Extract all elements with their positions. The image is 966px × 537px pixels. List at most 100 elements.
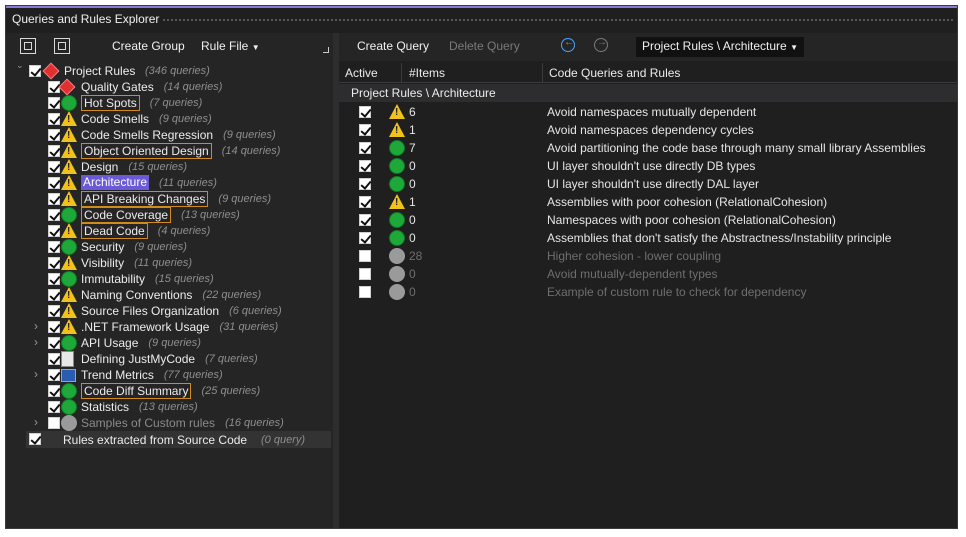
tree-item[interactable]: › Samples of Custom rules (16 queries) — [6, 415, 331, 431]
tree-item[interactable]: API Breaking Changes (9 queries) — [6, 191, 331, 207]
grid-row[interactable]: 0 Assemblies that don't satisfy the Abstr… — [339, 229, 957, 247]
chevron-right-icon[interactable]: › — [34, 367, 38, 381]
rule-name: Higher cohesion - lower coupling — [547, 249, 722, 263]
items-count: 0 — [409, 213, 416, 227]
checkbox[interactable] — [48, 225, 60, 237]
checkbox[interactable] — [48, 257, 60, 269]
tree-item[interactable]: Immutability (15 queries) — [6, 271, 331, 287]
tree-item[interactable]: Code Coverage (13 queries) — [6, 207, 331, 223]
tree-item[interactable]: › Trend Metrics (77 queries) — [6, 367, 331, 383]
checkbox[interactable] — [29, 433, 41, 445]
chevron-right-icon[interactable]: › — [34, 319, 38, 333]
create-query-button[interactable]: Create Query — [357, 39, 429, 53]
tree-item[interactable]: › .NET Framework Usage (31 queries) — [6, 319, 331, 335]
group-row[interactable]: Project Rules \ Architecture — [339, 84, 957, 102]
create-group-button[interactable]: Create Group — [112, 39, 185, 53]
checkbox[interactable] — [48, 129, 60, 141]
checkbox[interactable] — [48, 177, 60, 189]
tree-item[interactable]: Defining JustMyCode (7 queries) — [6, 351, 331, 367]
checkbox[interactable] — [48, 337, 60, 349]
tree-item-count: (11 queries) — [159, 177, 217, 189]
active-checkbox[interactable] — [359, 196, 371, 208]
chevron-down-icon[interactable]: ⌄ — [16, 60, 24, 71]
ok-icon — [61, 239, 77, 255]
checkbox[interactable] — [48, 113, 60, 125]
active-checkbox[interactable] — [359, 160, 371, 172]
grid-row[interactable]: 7 Avoid partitioning the code base throug… — [339, 139, 957, 157]
tree-root[interactable]: ⌄ Project Rules (346 queries) — [6, 60, 331, 80]
checkbox[interactable] — [48, 193, 60, 205]
tree-item-count: (9 queries) — [148, 337, 201, 349]
grid-row[interactable]: 0 Example of custom rule to check for dep… — [339, 283, 957, 301]
column-items[interactable]: #Items — [409, 66, 445, 80]
checkbox[interactable] — [48, 145, 60, 157]
active-checkbox[interactable] — [359, 232, 371, 244]
checkbox[interactable] — [48, 97, 60, 109]
grid-row[interactable]: 1 Assemblies with poor cohesion (Relation… — [339, 193, 957, 211]
active-checkbox[interactable] — [359, 268, 371, 280]
tree-item[interactable]: › API Usage (9 queries) — [6, 335, 331, 351]
checkbox[interactable] — [48, 273, 60, 285]
tree-item[interactable]: Hot Spots (7 queries) — [6, 95, 331, 111]
grid-row[interactable]: 6 Avoid namespaces mutually dependent — [339, 103, 957, 121]
tree-item[interactable]: Code Diff Summary (25 queries) — [6, 383, 331, 399]
warning-icon — [61, 319, 77, 334]
checkbox[interactable] — [48, 209, 60, 221]
grid-row[interactable]: 0 UI layer shouldn't use directly DAL lay… — [339, 175, 957, 193]
active-checkbox[interactable] — [359, 250, 371, 262]
tree-item[interactable]: Design (15 queries) — [6, 159, 331, 175]
checkbox[interactable] — [48, 289, 60, 301]
grid-row[interactable]: 1 Avoid namespaces dependency cycles — [339, 121, 957, 139]
rule-file-button[interactable]: Rule File ▼ — [201, 39, 260, 53]
checkbox[interactable] — [48, 417, 60, 429]
column-rules[interactable]: Code Queries and Rules — [549, 66, 680, 80]
back-icon[interactable]: ← — [561, 37, 575, 52]
checkbox[interactable] — [29, 65, 41, 77]
tree-item[interactable]: Statistics (13 queries) — [6, 399, 331, 415]
tree-item[interactable]: Architecture (11 queries) — [6, 175, 331, 191]
column-active[interactable]: Active — [345, 66, 378, 80]
checkbox[interactable] — [48, 161, 60, 173]
tree-item[interactable]: Code Smells Regression (9 queries) — [6, 127, 331, 143]
active-checkbox[interactable] — [359, 142, 371, 154]
checkbox[interactable] — [48, 321, 60, 333]
grid-row[interactable]: 28 Higher cohesion - lower coupling — [339, 247, 957, 265]
chevron-right-icon[interactable]: › — [34, 415, 38, 429]
tree-item[interactable]: Code Smells (9 queries) — [6, 111, 331, 127]
tree-item[interactable]: Security (9 queries) — [6, 239, 331, 255]
gray-icon — [389, 248, 405, 264]
tree-item[interactable]: Naming Conventions (22 queries) — [6, 287, 331, 303]
checkbox[interactable] — [48, 241, 60, 253]
forward-icon[interactable]: → — [594, 37, 608, 52]
chevron-right-icon[interactable]: › — [34, 335, 38, 349]
active-checkbox[interactable] — [359, 214, 371, 226]
tree-item[interactable]: Source Files Organization (6 queries) — [6, 303, 331, 319]
active-checkbox[interactable] — [359, 106, 371, 118]
checkbox[interactable] — [48, 353, 60, 365]
grid-row[interactable]: 0 Avoid mutually-dependent types — [339, 265, 957, 283]
tree-item[interactable]: Dead Code (4 queries) — [6, 223, 331, 239]
grid-row[interactable]: 0 UI layer shouldn't use directly DB type… — [339, 157, 957, 175]
tree-item[interactable]: Quality Gates (14 queries) — [6, 78, 331, 96]
checkbox[interactable] — [48, 385, 60, 397]
tree-item[interactable]: Visibility (11 queries) — [6, 255, 331, 271]
checkbox[interactable] — [48, 401, 60, 413]
critical-icon — [58, 78, 76, 96]
items-count: 0 — [409, 267, 416, 281]
active-checkbox[interactable] — [359, 178, 371, 190]
checkbox[interactable] — [48, 305, 60, 317]
active-checkbox[interactable] — [359, 286, 371, 298]
scope-dropdown[interactable]: Project Rules \ Architecture ▼ — [636, 37, 804, 57]
title-grip[interactable] — [162, 18, 954, 23]
overflow-icon[interactable] — [323, 47, 329, 53]
grid-row[interactable]: 0 Namespaces with poor cohesion (Relation… — [339, 211, 957, 229]
warning-critical-icon — [389, 104, 405, 119]
rule-name: Example of custom rule to check for depe… — [547, 285, 807, 299]
tree-item[interactable]: Object Oriented Design (14 queries) — [6, 143, 331, 159]
checkbox[interactable] — [48, 369, 60, 381]
source-rules-row[interactable]: Rules extracted from Source Code (0 query… — [26, 431, 331, 448]
collapse-all-icon[interactable] — [54, 38, 70, 54]
delete-query-button[interactable]: Delete Query — [449, 39, 520, 53]
expand-all-icon[interactable] — [20, 38, 36, 54]
active-checkbox[interactable] — [359, 124, 371, 136]
